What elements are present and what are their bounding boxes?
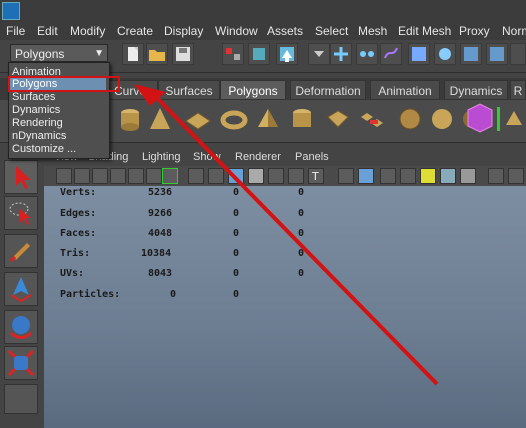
annotation-arrow — [134, 84, 439, 386]
